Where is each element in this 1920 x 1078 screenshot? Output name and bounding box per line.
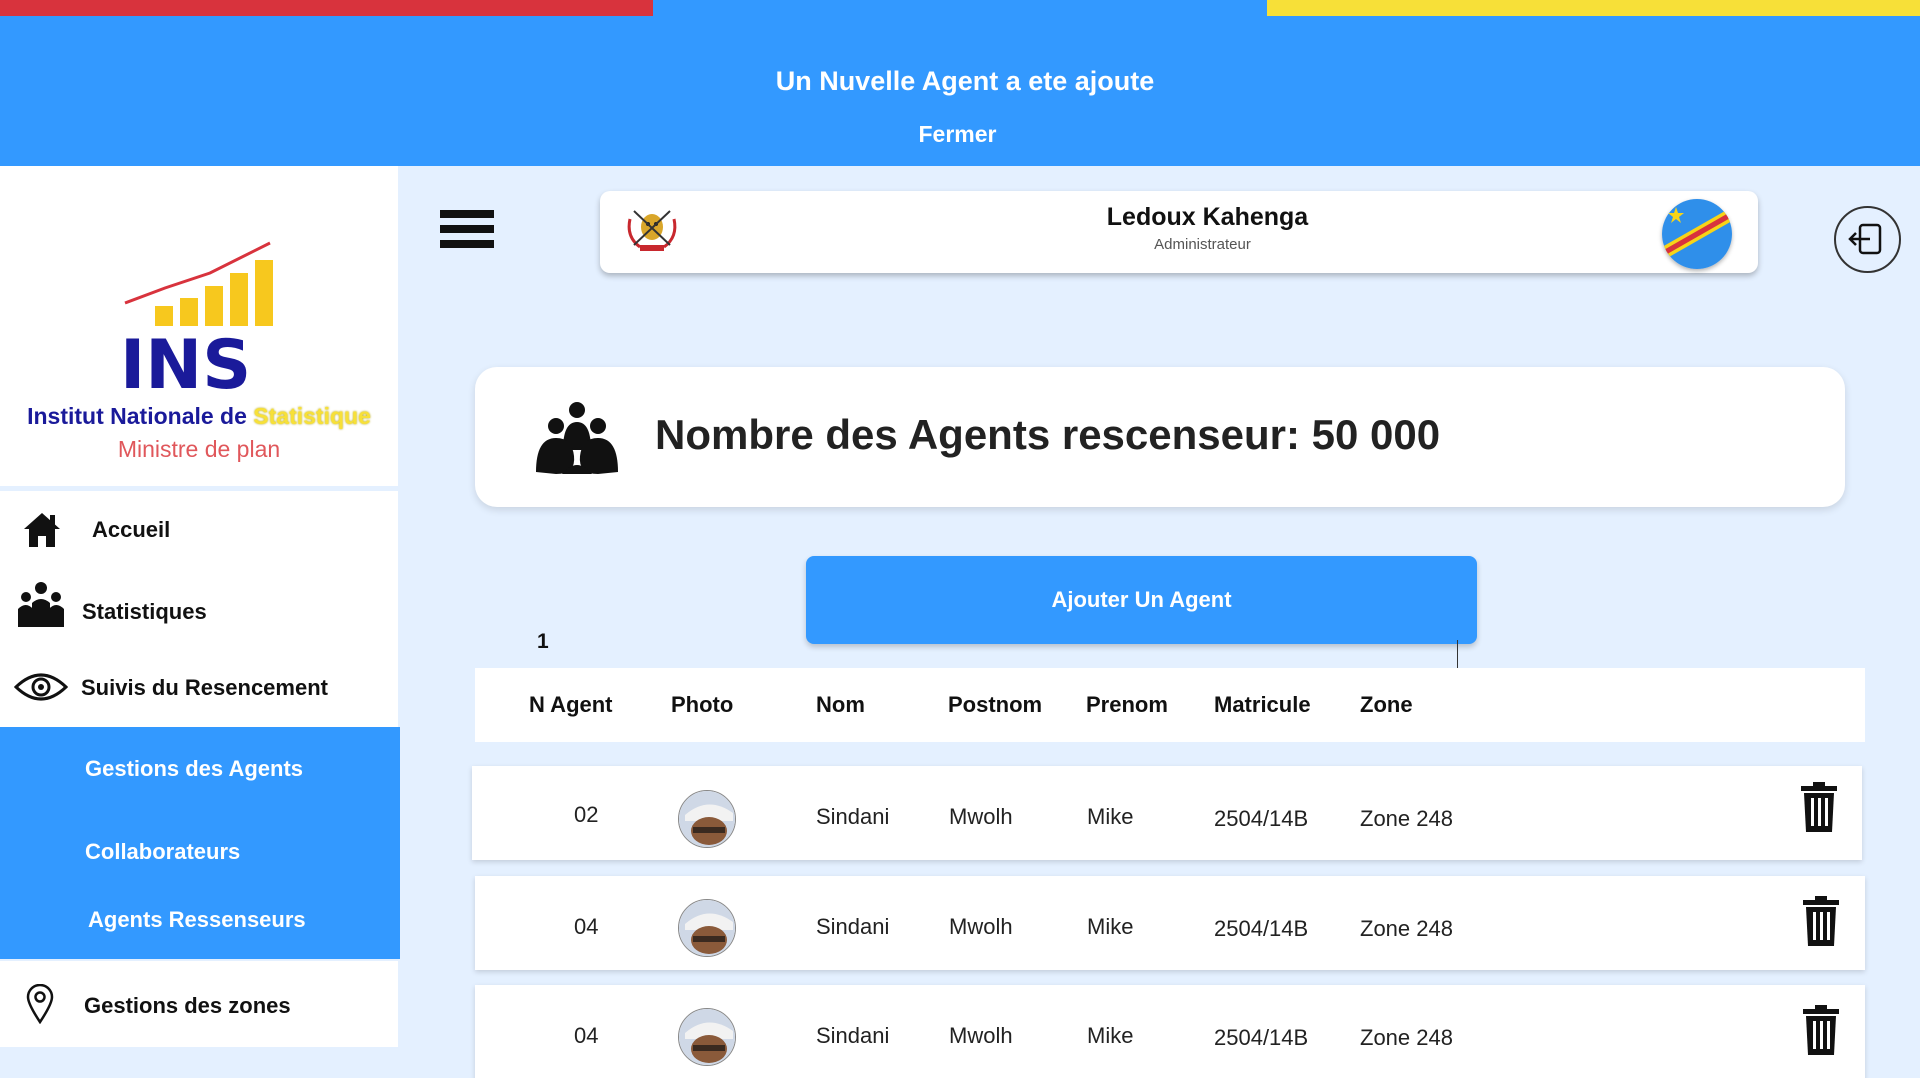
logout-button[interactable]: [1834, 206, 1901, 273]
nav-accueil-label: Accueil: [92, 517, 171, 542]
flag-stripe: [0, 0, 1920, 16]
drc-flag-graphic: [1662, 199, 1732, 269]
notification-banner: Un Nuvelle Agent a ete ajoute Fermer: [0, 16, 1920, 166]
notification-message: Un Nuvelle Agent a ete ajoute: [775, 66, 1155, 96]
nav-gestion-zones-label: Gestions des zones: [84, 993, 291, 1018]
avatar: [678, 1008, 736, 1066]
nav-gestion-agents[interactable]: Gestions des Agents: [85, 756, 303, 782]
flag-stripe-blue: [653, 0, 1267, 16]
cell-num: 04: [574, 914, 599, 939]
cell-matricule: 2504/14B: [1214, 806, 1309, 831]
org-subtitle: Ministre de plan: [117, 436, 281, 462]
column-header-nom: Nom: [816, 692, 865, 717]
cell-nom: Sindani: [816, 804, 890, 829]
table-row[interactable]: 04 Sindani Mwolh Mike 2504/14B Zone 248: [475, 985, 1865, 1078]
avatar-photo: [679, 791, 735, 847]
cell-prenom: Mike: [1087, 804, 1134, 829]
avatar-photo: [679, 1009, 735, 1065]
cell-nom: Sindani: [816, 1023, 890, 1048]
home-icon: [24, 513, 60, 547]
column-header-photo: Photo: [671, 692, 734, 717]
trash-icon[interactable]: [1801, 782, 1837, 832]
table-row[interactable]: 04 Sindani Mwolh Mike 2504/14B Zone 248: [475, 876, 1865, 970]
drc-flag-icon: [1662, 199, 1732, 269]
nav-collaborateurs[interactable]: Collaborateurs: [85, 839, 240, 865]
cell-matricule: 2504/14B: [1214, 1025, 1309, 1050]
cell-zone: Zone 248: [1360, 916, 1453, 941]
nav-agents-ressenseurs[interactable]: Agents Ressenseurs: [88, 907, 306, 933]
column-header-num: N Agent: [529, 692, 613, 717]
cell-postnom: Mwolh: [949, 804, 1013, 829]
column-header-matricule: Matricule: [1214, 692, 1311, 717]
nav-statistiques[interactable]: Statistiques: [0, 567, 398, 645]
group-icon: [536, 402, 618, 474]
agents-count-text: Nombre des Agents rescenseur: 50 000: [655, 411, 1441, 458]
user-role: Administrateur: [1154, 236, 1251, 253]
menu-icon-bar: [440, 210, 494, 218]
cell-num: 02: [574, 802, 599, 827]
column-header-postnom: Postnom: [948, 692, 1043, 717]
flag-stripe-yellow: [1267, 0, 1920, 16]
menu-icon-bar: [440, 240, 494, 248]
cell-nom: Sindani: [816, 914, 890, 939]
trash-icon[interactable]: [1803, 1005, 1839, 1055]
ins-logo: INS: [120, 241, 273, 393]
user-name: Ledoux Kahenga: [1106, 203, 1309, 231]
org-name: Institut Nationale de Statistique: [0, 403, 398, 430]
group-icon: [18, 582, 64, 627]
cell-postnom: Mwolh: [949, 1023, 1013, 1048]
org-name-part1: Institut Nationale de: [27, 403, 247, 429]
org-name-part2: Statistique: [253, 403, 371, 429]
table-header: N Agent Photo Nom Postnom Prenom Matricu…: [475, 668, 1865, 742]
avatar: [678, 790, 736, 848]
nav-gestion-zones[interactable]: Gestions des zones: [0, 961, 398, 1047]
user-card: Ledoux Kahenga Administrateur: [600, 191, 1758, 273]
add-agent-button[interactable]: Ajouter Un Agent: [806, 556, 1477, 644]
menu-icon-bar: [440, 225, 494, 233]
sidebar: INS Institut Nationale de Statistique Mi…: [0, 166, 400, 1078]
cell-prenom: Mike: [1087, 1023, 1134, 1048]
column-header-zone: Zone: [1360, 692, 1413, 717]
agents-submenu: Gestions des Agents Collaborateurs Agent…: [0, 727, 400, 959]
logout-icon: [1848, 223, 1882, 255]
cell-zone: Zone 248: [1360, 806, 1453, 831]
eye-icon: [14, 673, 68, 701]
avatar: [678, 899, 736, 957]
nav-suivis-label: Suivis du Resencement: [81, 675, 328, 700]
cell-zone: Zone 248: [1360, 1025, 1453, 1050]
agents-count-card: Nombre des Agents rescenseur: 50 000: [475, 367, 1845, 507]
location-pin-icon: [26, 984, 54, 1024]
cell-postnom: Mwolh: [949, 914, 1013, 939]
column-header-prenom: Prenom: [1086, 692, 1168, 717]
nav-accueil[interactable]: Accueil: [0, 491, 398, 567]
cell-matricule: 2504/14B: [1214, 916, 1309, 941]
nav-suivis[interactable]: Suivis du Resencement: [0, 645, 398, 727]
nav-statistiques-label: Statistiques: [82, 599, 207, 624]
pagination-page[interactable]: 1: [537, 630, 549, 654]
menu-icon[interactable]: [440, 210, 494, 254]
trash-icon[interactable]: [1803, 896, 1839, 946]
close-notification-button[interactable]: Fermer: [0, 121, 1915, 148]
table-row[interactable]: 02 Sindani Mwolh Mike 2504/14B Zone 248: [472, 766, 1862, 860]
cell-num: 04: [574, 1023, 599, 1048]
ins-logo-text: INS: [120, 326, 251, 393]
brand-panel: INS Institut Nationale de Statistique Mi…: [0, 166, 398, 486]
flag-stripe-red: [0, 0, 653, 16]
cell-prenom: Mike: [1087, 914, 1134, 939]
avatar-photo: [679, 900, 735, 956]
